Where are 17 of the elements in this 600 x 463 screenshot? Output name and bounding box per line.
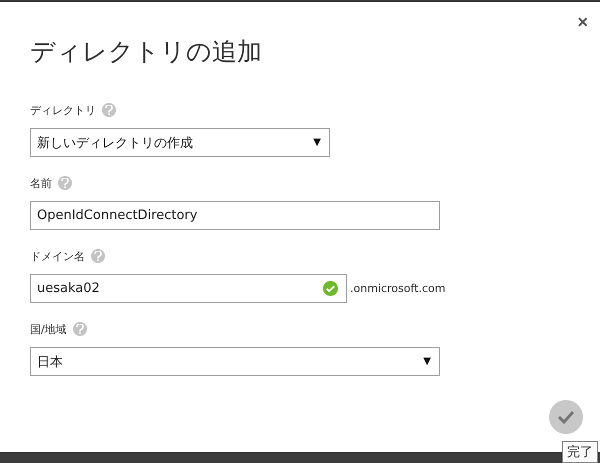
help-icon[interactable] <box>91 249 105 263</box>
dropdown[interactable]: 日本 ▼ <box>30 347 440 376</box>
help-icon[interactable] <box>72 322 87 336</box>
field-label: ドメイン名 <box>30 248 85 264</box>
help-icon[interactable] <box>102 103 116 117</box>
dropdown[interactable]: 新しいディレクトリの作成 ▼ <box>30 128 330 157</box>
domain-suffix: .onmicrosoft.com <box>350 282 446 295</box>
help-icon[interactable] <box>58 176 72 190</box>
field-label: 名前 <box>30 176 52 190</box>
input-field[interactable]: uesaka02 <box>30 274 347 303</box>
field-label: 国/地域 <box>30 322 67 336</box>
field-label: ディレクトリ <box>30 102 96 118</box>
close-button[interactable]: × <box>577 12 588 32</box>
checkmark-icon <box>557 410 575 424</box>
input-field[interactable]: OpenIdConnectDirectory <box>30 201 440 230</box>
tooltip: 完了 <box>562 441 598 463</box>
dialog-title: ディレクトリの追加 <box>30 36 263 68</box>
